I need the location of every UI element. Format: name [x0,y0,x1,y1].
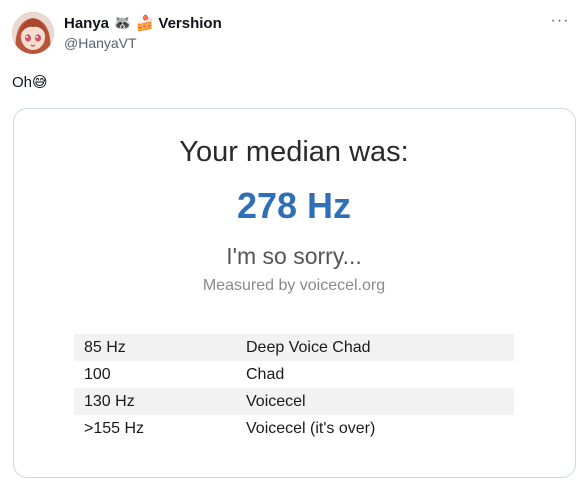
user-handle[interactable]: @HanyaVT [64,34,222,52]
median-value: 278 Hz [236,185,352,226]
display-name-suffix: Vershion [158,15,222,32]
display-name[interactable]: Hanya 🦝 🍰 Vershion [64,14,222,34]
avatar[interactable] [12,12,54,54]
table-row: 85 Hz Deep Voice Chad [74,334,514,361]
table-row: 100 Chad [74,361,514,388]
result-message: I'm so sorry... [226,243,362,269]
tweet-text-content: Oh [12,74,33,91]
tweet-header: Hanya 🦝 🍰 Vershion @HanyaVT ··· [12,12,578,56]
tweet-text: Oh 😅 [12,72,48,94]
table-row: >155 Hz Voicecel (it's over) [74,415,514,442]
frequency-cell: 100 [74,361,236,388]
category-cell: Voicecel (it's over) [236,415,514,442]
raccoon-emoji-icon: 🦝 [113,15,132,32]
result-heading: Your median was: [179,136,409,168]
frequency-cell: >155 Hz [74,415,236,442]
author-block: Hanya 🦝 🍰 Vershion @HanyaVT [64,14,222,52]
category-cell: Voicecel [236,388,514,415]
sweat-smile-emoji-icon: 😅 [32,74,48,91]
category-cell: Deep Voice Chad [236,334,514,361]
frequency-table: 85 Hz Deep Voice Chad 100 Chad 130 Hz Vo… [74,334,514,442]
table-row: 130 Hz Voicecel [74,388,514,415]
more-options-icon[interactable]: ··· [548,12,572,32]
category-cell: Chad [236,361,514,388]
frequency-cell: 130 Hz [74,388,236,415]
cake-emoji-icon: 🍰 [135,15,155,32]
source-credit: Measured by voicecel.org [202,277,386,294]
frequency-cell: 85 Hz [74,334,236,361]
display-name-text: Hanya [64,15,110,32]
